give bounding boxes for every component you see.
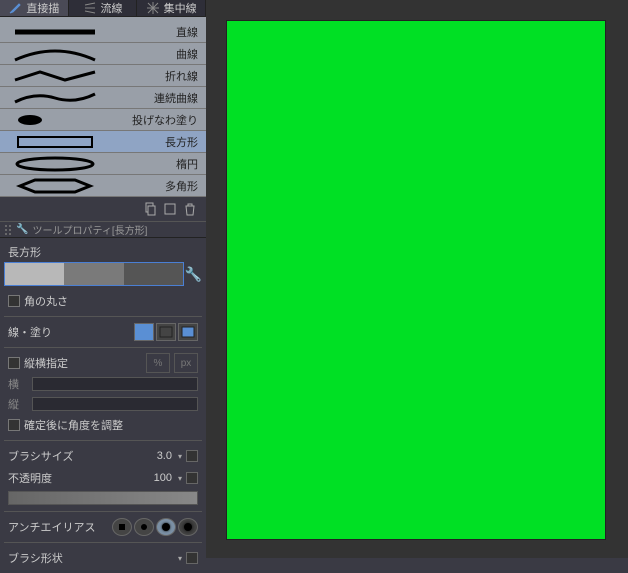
canvas[interactable] [226, 20, 606, 540]
tool-preview-icon [0, 154, 110, 174]
tool-property-header: 🔧 ツールプロパティ[長方形] [0, 221, 206, 238]
aa-medium[interactable] [156, 518, 176, 536]
tool-preview-icon [0, 132, 110, 152]
tab-label: 流線 [101, 0, 123, 16]
tool-item-ellipse[interactable]: 楕円 [0, 153, 206, 175]
tool-item-lasso-fill[interactable]: 投げなわ塗り [0, 109, 206, 131]
tool-property-body: 長方形 🔧 角の丸さ 線・塗り 縦横指定 % px [0, 238, 206, 573]
tool-item-continuous-curve[interactable]: 連続曲線 [0, 87, 206, 109]
tool-item-curve[interactable]: 曲線 [0, 43, 206, 65]
tool-label: 楕円 [110, 156, 206, 172]
aspect-checkbox[interactable] [8, 357, 20, 369]
tool-preview-icon [0, 110, 110, 130]
prop-aspect-lock: 縦横指定 % px [4, 352, 202, 374]
stream-icon [83, 1, 97, 15]
tool-preview-icon [0, 88, 110, 108]
tool-preview-icon [0, 66, 110, 86]
tool-label: 曲線 [110, 46, 206, 62]
copy-tool-icon[interactable] [142, 201, 158, 217]
height-slider[interactable] [32, 397, 198, 411]
adjust-after-checkbox[interactable] [8, 419, 20, 431]
brush-shape-settings[interactable] [186, 552, 198, 564]
tab-direct-draw[interactable]: 直接描 [0, 0, 69, 16]
prop-label: 角の丸さ [24, 293, 198, 309]
prop-label: 不透明度 [8, 470, 140, 486]
prop-line-fill: 線・塗り [4, 321, 202, 343]
tab-stream-line[interactable]: 流線 [69, 0, 138, 16]
ratio-btn-1[interactable]: % [146, 353, 170, 373]
tool-item-line[interactable]: 直線 [0, 21, 206, 43]
new-tool-icon[interactable] [162, 201, 178, 217]
opacity-slider[interactable] [8, 491, 198, 505]
tool-label: 直線 [110, 24, 206, 40]
prop-brush-size: ブラシサイズ 3.0 ▾ [4, 445, 202, 467]
ratio-btn-2[interactable]: px [174, 353, 198, 373]
corner-radius-checkbox[interactable] [8, 295, 20, 307]
wrench-icon[interactable]: 🔧 [185, 266, 202, 283]
tool-item-polygon[interactable]: 多角形 [0, 175, 206, 197]
prop-label: 縦 [8, 396, 28, 412]
aa-weak[interactable] [134, 518, 154, 536]
prop-label: アンチエイリアス [8, 519, 110, 535]
tab-label: 集中線 [164, 0, 197, 16]
delete-tool-icon[interactable] [182, 201, 198, 217]
tool-preview-icon [0, 22, 110, 42]
aa-strong[interactable] [178, 518, 198, 536]
prop-label: ブラシ形状 [8, 550, 174, 566]
opacity-value[interactable]: 100 [144, 472, 174, 484]
aa-none[interactable] [112, 518, 132, 536]
tool-label: 長方形 [110, 134, 206, 150]
focus-icon [146, 1, 160, 15]
sub-tool-list: 直線 曲線 折れ線 連続曲線 投げなわ塗り 長方形 楕円 多角形 [0, 17, 206, 197]
tool-item-polyline[interactable]: 折れ線 [0, 65, 206, 87]
tool-label: 多角形 [110, 178, 206, 194]
prop-corner-radius: 角の丸さ [4, 290, 202, 312]
prop-width: 横 [4, 374, 202, 394]
opacity-dynamics[interactable] [186, 472, 198, 484]
mode-line-only[interactable] [156, 323, 176, 341]
tab-focus-line[interactable]: 集中線 [137, 0, 206, 16]
line-fill-modes [134, 323, 198, 341]
prop-opacity: 不透明度 100 ▾ [4, 467, 202, 489]
prop-label: ブラシサイズ [8, 448, 140, 464]
tool-preview-icon [0, 44, 110, 64]
dropdown-icon[interactable]: ▾ [178, 474, 182, 483]
dropdown-icon[interactable]: ▾ [178, 452, 182, 461]
tool-label: 投げなわ塗り [110, 112, 206, 128]
prop-label: 確定後に角度を調整 [24, 417, 198, 433]
sub-tool-tabs: 直接描 流線 集中線 [0, 0, 206, 17]
grip-icon [4, 223, 12, 237]
prop-header-title: ツールプロパティ[長方形] [32, 222, 147, 237]
prop-label: 横 [8, 376, 28, 392]
tool-actions [0, 197, 206, 221]
width-slider[interactable] [32, 377, 198, 391]
selected-tool-name: 長方形 [4, 242, 202, 262]
tab-label: 直接描 [26, 0, 59, 16]
tool-label: 連続曲線 [110, 90, 206, 106]
brush-size-value[interactable]: 3.0 [144, 450, 174, 462]
canvas-area [206, 0, 628, 558]
prop-height: 縦 [4, 394, 202, 414]
prop-label: 線・塗り [8, 324, 130, 340]
dropdown-icon[interactable]: ▾ [178, 554, 182, 563]
prop-adjust-after: 確定後に角度を調整 [4, 414, 202, 436]
pencil-icon [8, 1, 22, 15]
tool-item-rectangle[interactable]: 長方形 [0, 131, 206, 153]
prop-antialias: アンチエイリアス [4, 516, 202, 538]
mode-line-fill[interactable] [178, 323, 198, 341]
wrench-icon: 🔧 [16, 224, 28, 235]
tool-preview-icon [0, 176, 110, 196]
color-gradient-picker[interactable] [4, 262, 184, 286]
mode-fill-only[interactable] [134, 323, 154, 341]
prop-brush-shape: ブラシ形状 ▾ [4, 547, 202, 569]
brush-size-dynamics[interactable] [186, 450, 198, 462]
prop-label: 縦横指定 [24, 355, 142, 371]
tool-label: 折れ線 [110, 68, 206, 84]
